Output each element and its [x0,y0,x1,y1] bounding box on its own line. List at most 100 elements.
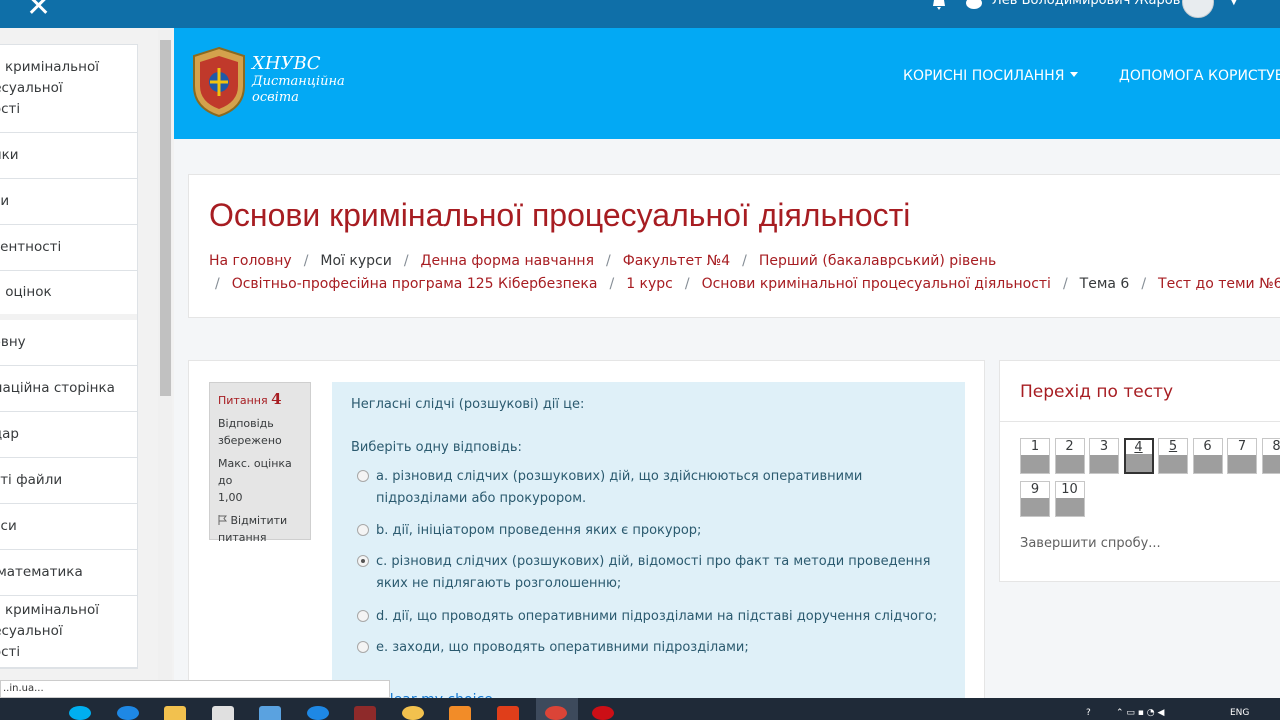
question-card: Питання 4 Відповідь збережено Макс. оцінк… [188,360,985,708]
drawer-item-label: омаційна сторінка [0,380,115,396]
breadcrumb-link[interactable]: Основи кримінальної процесуальної діяльн… [702,276,1051,292]
flag-question-button[interactable]: Відмітити питання [218,512,302,546]
drawer-item-label: исті файли [0,472,63,488]
drawer-item[interactable]: ники [0,133,137,179]
radio-unchecked[interactable] [357,610,369,622]
edge-icon[interactable] [117,706,139,720]
drawer-item[interactable]: аки [0,179,137,225]
breadcrumb-separator: / [606,253,611,269]
folder-icon[interactable] [164,706,186,720]
quiz-nav-button[interactable]: 4 [1123,438,1154,474]
drawer-item[interactable]: а математика [0,550,137,596]
breadcrumb-separator: / [742,253,747,269]
windows-taskbar: ? ⌃ ▭ ▪ ◔ ◀ ENG [0,698,1280,720]
quiz-nav-button[interactable]: 8 [1261,438,1280,474]
mail-icon[interactable] [259,706,281,720]
breadcrumb-link[interactable]: Перший (бакалаврський) рівень [759,253,996,269]
breadcrumb-link[interactable]: Денна форма навчання [421,253,594,269]
site-logo-text[interactable]: ХНУВС Дистанційна освіта [252,54,345,106]
quiz-nav-button[interactable]: 1 [1020,438,1050,474]
radio-checked[interactable] [357,555,369,567]
answered-fill [1055,455,1084,473]
breadcrumb-link[interactable]: На головну [209,253,292,269]
drawer-item[interactable]: исті файли [0,458,137,504]
scroll-thumb[interactable] [160,40,171,396]
drawer-item-label: ловну [0,334,26,350]
chat-icon[interactable] [965,0,983,10]
drawer-item[interactable]: ви кримінальної цесуальної ності [0,45,137,133]
office-icon[interactable] [497,706,519,720]
breadcrumb-link[interactable]: 1 курс [626,276,673,292]
drawer-item[interactable]: ндар [0,412,137,458]
drawer-item[interactable]: ловну [0,320,137,366]
quiz-nav-number: 7 [1237,439,1247,454]
drawer-item-label: ал оцінок [0,284,52,300]
tray-icons[interactable]: ⌃ ▭ ▪ ◔ ◀ [1116,708,1164,718]
drawer-item-label: ви кримінальної цесуальної ності [0,602,99,660]
radio-unchecked[interactable] [357,524,369,536]
drawer-item[interactable]: ви кримінальної цесуальної ності [0,596,137,668]
radio-unchecked[interactable] [357,641,369,653]
logo-line-3: освіта [252,90,299,105]
quiz-nav-title: Перехід по тесту [1020,382,1174,402]
quiz-nav-button[interactable]: 5 [1158,438,1188,474]
language-indicator[interactable]: ENG [1230,708,1249,718]
avatar[interactable] [1182,0,1214,18]
app-icon[interactable] [402,706,424,720]
app-icon[interactable] [354,706,376,720]
drawer-item[interactable]: омаційна сторінка [0,366,137,412]
answered-fill [1021,498,1049,516]
answer-text: c. різновид слідчих (розшукових) дій, ві… [376,554,931,591]
flag-icon [218,515,227,525]
answer-option[interactable]: a. різновид слідчих (розшукових) дій, що… [352,466,942,510]
answer-option[interactable]: b. дії, ініціатором проведення яких є пр… [352,520,942,542]
chevron-down-icon[interactable]: ▼ [1230,0,1238,7]
finish-attempt-link[interactable]: Завершити спробу... [1020,536,1161,551]
drawer-item[interactable]: етентності [0,225,137,271]
quiz-nav-button[interactable]: 7 [1227,438,1257,474]
help-tray-icon[interactable]: ? [1086,708,1091,718]
logo-line-2: Дистанційна [252,74,345,89]
drawer-list: ви кримінальної цесуальної ності ники аки е… [0,44,138,669]
divider [1000,421,1280,422]
skype-icon[interactable] [69,706,91,720]
page-title: Основи кримінальної процесуальної діяльн… [209,197,911,233]
user-name[interactable]: Лев Володимирович Жаров [992,0,1180,8]
quiz-nav-button[interactable]: 9 [1020,481,1050,517]
quiz-nav-button[interactable]: 10 [1054,481,1085,517]
drawer-item[interactable]: ал оцінок [0,271,137,320]
opera-icon[interactable] [592,706,614,720]
drawer-item-label: ви кримінальної цесуальної ності [0,59,99,117]
chrome-icon[interactable] [545,706,567,720]
sublime-icon[interactable] [449,706,471,720]
answer-option[interactable]: c. різновид слідчих (розшукових) дій, ві… [352,551,942,595]
nav-drawer: ви кримінальної цесуальної ності ники аки е… [0,28,174,680]
breadcrumb-link[interactable]: Факультет №4 [623,253,730,269]
quiz-nav-number: 6 [1203,439,1212,454]
question-status: Відповідь збережено [218,415,302,449]
drawer-scrollbar[interactable] [158,30,172,680]
quiz-nav-button[interactable]: 2 [1054,438,1085,474]
close-icon[interactable]: ✕ [26,0,51,22]
answered-fill [1021,455,1049,473]
quiz-nav-button[interactable]: 3 [1089,438,1119,474]
user-help-link[interactable]: ДОПОМОГА КОРИСТУВАЧ [1119,68,1280,84]
radio-unchecked[interactable] [357,470,369,482]
useful-links-menu[interactable]: КОРИСНІ ПОСИЛАННЯ [903,68,1079,84]
breadcrumb-separator: / [1062,276,1068,292]
answer-option[interactable]: e. заходи, що проводять оперативними під… [352,637,942,659]
flag-line-2: питання [218,531,267,544]
help-icon[interactable] [307,706,329,720]
quiz-nav-button[interactable]: 6 [1192,438,1223,474]
drawer-item[interactable]: урси [0,504,137,550]
university-emblem-icon[interactable] [190,46,248,118]
breadcrumb-link[interactable]: Тест до теми №6 [1158,276,1280,292]
breadcrumb-separator: / [609,276,615,292]
caret-down-icon [1070,72,1079,77]
bell-icon[interactable] [932,0,946,10]
drawer-item-label: етентності [0,239,62,255]
breadcrumb-link[interactable]: Освітньо-професійна програма 125 Кібербе… [232,276,598,292]
answer-option[interactable]: d. дії, що проводять оперативними підроз… [352,606,942,628]
store-icon[interactable] [212,706,234,720]
breadcrumb-separator: / [215,276,220,292]
